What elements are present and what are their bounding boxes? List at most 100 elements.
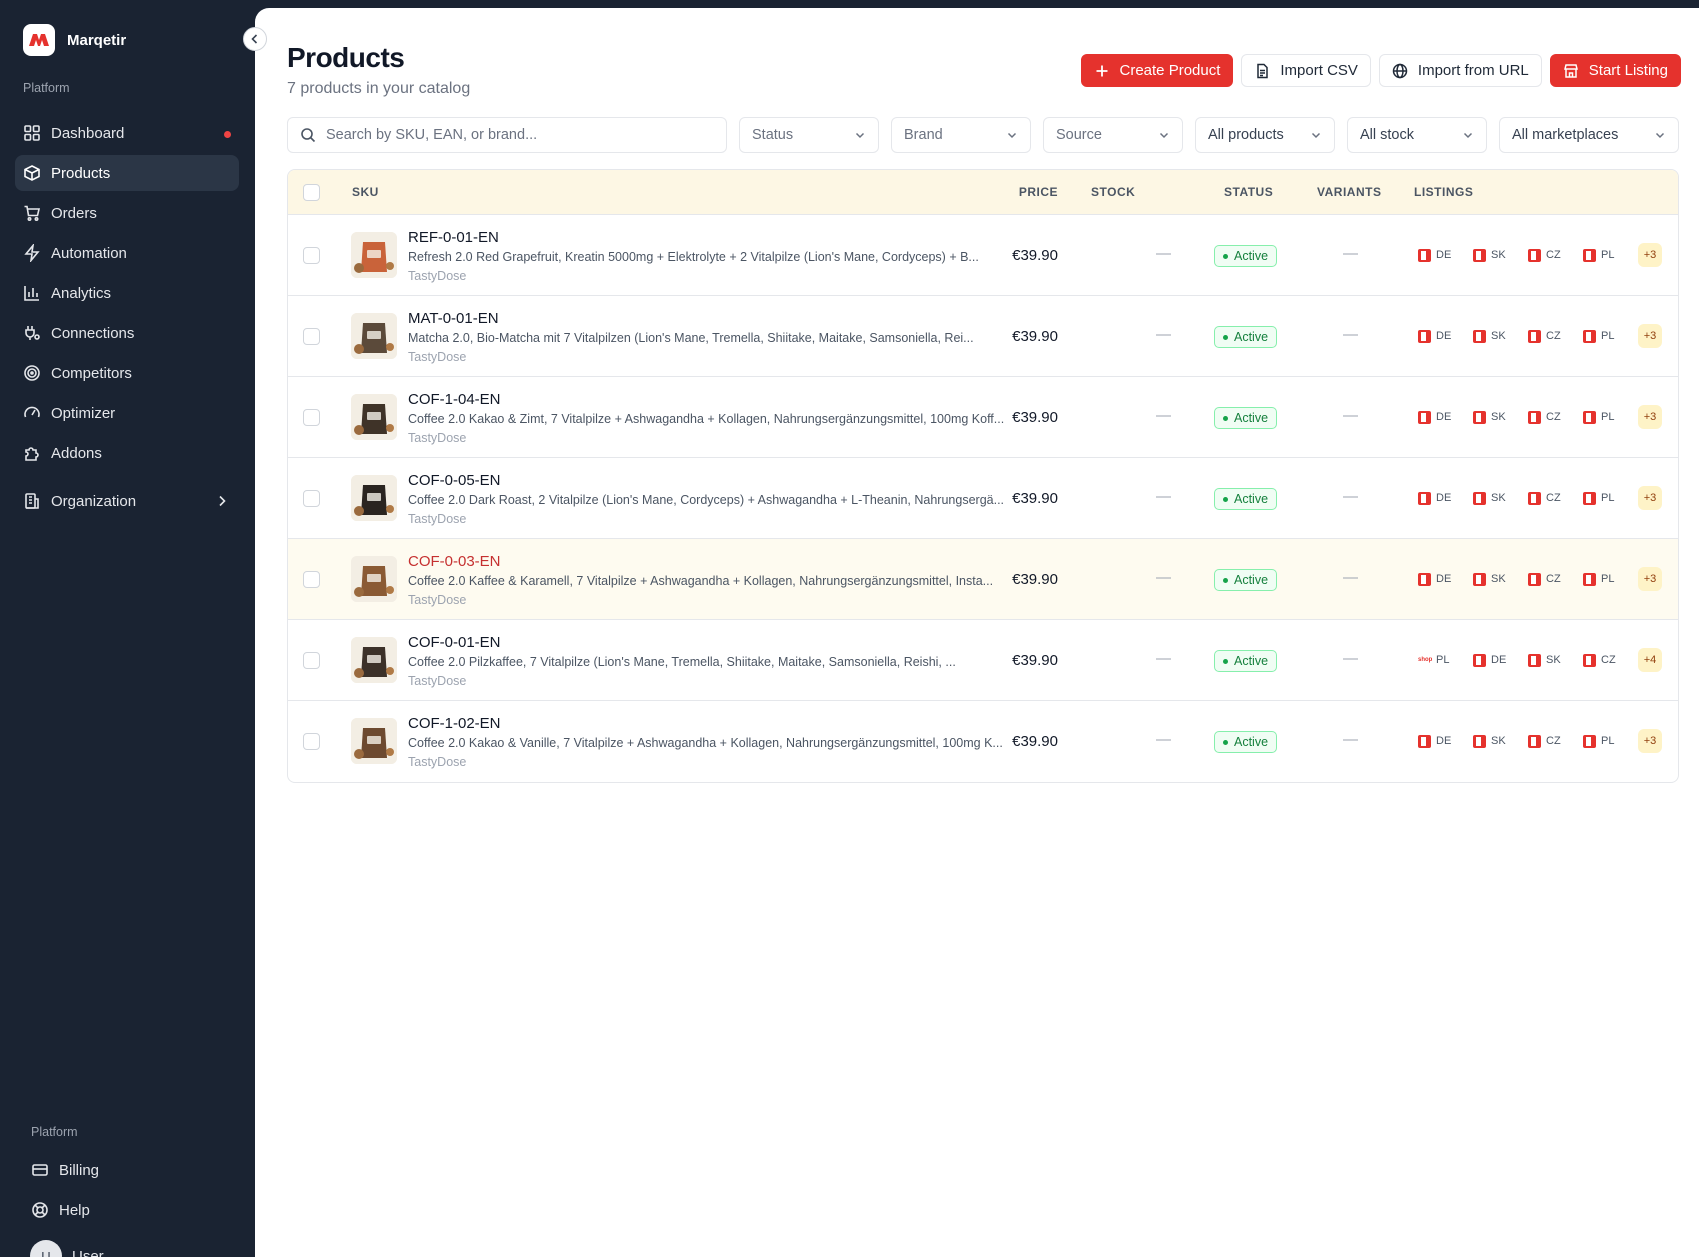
listing-badge[interactable]: PL: [1583, 572, 1638, 586]
listing-badge[interactable]: PL: [1583, 329, 1638, 343]
table-row[interactable]: COF-0-03-EN Coffee 2.0 Kaffee & Karamell,…: [288, 539, 1678, 620]
listing-badge[interactable]: SK: [1473, 329, 1528, 343]
brand[interactable]: Marqetir: [23, 24, 126, 56]
sidebar-item-analytics[interactable]: Analytics: [15, 275, 239, 311]
page-subtitle: 7 products in your catalog: [287, 80, 471, 97]
listing-badge[interactable]: CZ: [1528, 248, 1583, 262]
product-sku[interactable]: COF-0-01-EN: [408, 634, 501, 651]
sidebar-item-billing[interactable]: Billing: [23, 1152, 233, 1188]
listing-badge[interactable]: CZ: [1528, 329, 1583, 343]
import-url-button[interactable]: Import from URL: [1378, 54, 1542, 87]
table-row[interactable]: COF-0-05-EN Coffee 2.0 Dark Roast, 2 Vita…: [288, 458, 1678, 539]
kaufland-icon: [1583, 572, 1596, 586]
sidebar-item-orders[interactable]: Orders: [15, 195, 239, 231]
select-all-checkbox[interactable]: [303, 183, 320, 201]
row-checkbox[interactable]: [303, 327, 320, 345]
row-checkbox[interactable]: [303, 408, 320, 426]
more-listings-badge[interactable]: +4: [1638, 648, 1662, 672]
column-header-status[interactable]: STATUS: [1224, 185, 1273, 199]
listings-cell: DE SK CZ PL +3: [1418, 486, 1662, 510]
column-header-sku[interactable]: SKU: [352, 185, 379, 199]
listing-badge[interactable]: PL: [1583, 491, 1638, 505]
sidebar-item-connections[interactable]: Connections: [15, 315, 239, 351]
row-checkbox[interactable]: [303, 570, 320, 588]
product-sku[interactable]: COF-1-04-EN: [408, 391, 501, 408]
listing-badge[interactable]: DE: [1418, 410, 1473, 424]
table-row[interactable]: COF-1-04-EN Coffee 2.0 Kakao & Zimt, 7 Vi…: [288, 377, 1678, 458]
listing-badge[interactable]: PL: [1583, 410, 1638, 424]
table-row[interactable]: COF-1-02-EN Coffee 2.0 Kakao & Vanille, 7…: [288, 701, 1678, 782]
row-checkbox[interactable]: [303, 651, 320, 669]
start-listing-button[interactable]: Start Listing: [1549, 54, 1681, 87]
kaufland-icon: [1528, 572, 1541, 586]
sidebar-item-help[interactable]: Help: [23, 1192, 233, 1228]
product-sku[interactable]: COF-0-05-EN: [408, 472, 501, 489]
listing-badge[interactable]: CZ: [1528, 734, 1583, 748]
column-header-variants[interactable]: VARIANTS: [1317, 185, 1381, 199]
status-filter[interactable]: Status: [739, 117, 879, 153]
listing-badge[interactable]: PL: [1583, 248, 1638, 262]
column-header-price[interactable]: PRICE: [988, 185, 1058, 199]
listing-badge[interactable]: shop PL: [1418, 654, 1473, 666]
listing-badge[interactable]: DE: [1418, 491, 1473, 505]
sidebar-item-dashboard[interactable]: Dashboard: [15, 115, 239, 151]
sidebar-item-competitors[interactable]: Competitors: [15, 355, 239, 391]
create-product-button[interactable]: Create Product: [1080, 54, 1234, 87]
marketplaces-filter[interactable]: All marketplaces: [1499, 117, 1679, 153]
listing-badge[interactable]: CZ: [1528, 491, 1583, 505]
sidebar-item-organization[interactable]: Organization: [15, 483, 239, 519]
source-filter[interactable]: Source: [1043, 117, 1183, 153]
listing-badge[interactable]: SK: [1528, 653, 1583, 667]
listing-badge[interactable]: SK: [1473, 734, 1528, 748]
chevron-down-icon: [1655, 132, 1665, 139]
column-header-stock[interactable]: STOCK: [1091, 185, 1135, 199]
table-row[interactable]: COF-0-01-EN Coffee 2.0 Pilzkaffee, 7 Vita…: [288, 620, 1678, 701]
listing-badge[interactable]: CZ: [1528, 410, 1583, 424]
kaufland-icon: [1418, 572, 1431, 586]
collapse-sidebar-button[interactable]: [243, 27, 267, 51]
more-listings-badge[interactable]: +3: [1638, 567, 1662, 591]
kaufland-icon: [1418, 410, 1431, 424]
listing-badge[interactable]: SK: [1473, 572, 1528, 586]
sidebar-item-automation[interactable]: Automation: [15, 235, 239, 271]
sidebar-item-products[interactable]: Products: [15, 155, 239, 191]
more-listings-badge[interactable]: +3: [1638, 729, 1662, 753]
listing-badge[interactable]: DE: [1418, 734, 1473, 748]
listing-country: DE: [1436, 492, 1452, 504]
product-sku[interactable]: REF-0-01-EN: [408, 229, 499, 246]
brand-filter[interactable]: Brand: [891, 117, 1031, 153]
listing-badge[interactable]: CZ: [1528, 572, 1583, 586]
listing-badge[interactable]: DE: [1418, 329, 1473, 343]
more-listings-badge[interactable]: +3: [1638, 486, 1662, 510]
row-checkbox[interactable]: [303, 246, 320, 264]
listing-badge[interactable]: DE: [1473, 653, 1528, 667]
product-sku[interactable]: MAT-0-01-EN: [408, 310, 499, 327]
more-listings-badge[interactable]: +3: [1638, 324, 1662, 348]
more-listings-badge[interactable]: +3: [1638, 405, 1662, 429]
search-input[interactable]: [326, 127, 706, 143]
table-row[interactable]: REF-0-01-EN Refresh 2.0 Red Grapefruit, K…: [288, 215, 1678, 296]
product-sku[interactable]: COF-0-03-EN: [408, 553, 501, 570]
row-checkbox[interactable]: [303, 489, 320, 507]
products-filter[interactable]: All products: [1195, 117, 1335, 153]
product-sku[interactable]: COF-1-02-EN: [408, 715, 501, 732]
row-checkbox[interactable]: [303, 733, 320, 750]
listing-badge[interactable]: SK: [1473, 491, 1528, 505]
listing-badge[interactable]: SK: [1473, 248, 1528, 262]
import-csv-button[interactable]: Import CSV: [1241, 54, 1371, 87]
sidebar-item-addons[interactable]: Addons: [15, 435, 239, 471]
stock-filter[interactable]: All stock: [1347, 117, 1487, 153]
chevron-right-icon: [219, 495, 226, 507]
listing-badge[interactable]: DE: [1418, 572, 1473, 586]
sidebar-item-optimizer[interactable]: Optimizer: [15, 395, 239, 431]
listing-badge[interactable]: DE: [1418, 248, 1473, 262]
page-title: Products: [287, 42, 405, 73]
table-row[interactable]: MAT-0-01-EN Matcha 2.0, Bio-Matcha mit 7 …: [288, 296, 1678, 377]
listing-badge[interactable]: PL: [1583, 734, 1638, 748]
more-listings-badge[interactable]: +3: [1638, 243, 1662, 267]
listing-badge[interactable]: SK: [1473, 410, 1528, 424]
column-header-listings[interactable]: LISTINGS: [1414, 185, 1473, 199]
listing-badge[interactable]: CZ: [1583, 653, 1638, 667]
kaufland-icon: [1528, 329, 1541, 343]
user-menu[interactable]: U User: [30, 1240, 104, 1257]
